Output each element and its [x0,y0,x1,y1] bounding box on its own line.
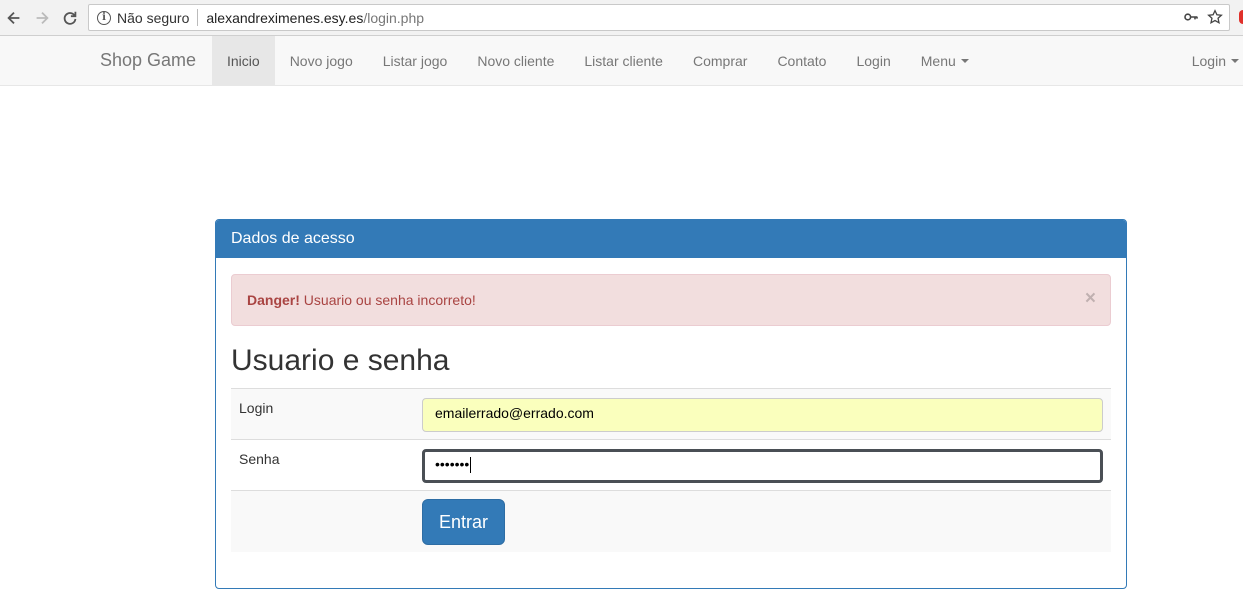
alert-strong: Danger! [247,292,300,308]
password-input-value: ••••••• [435,456,470,472]
login-input[interactable]: emailerrado@errado.com [422,398,1103,432]
nav-right-login-dropdown[interactable]: Login [1192,36,1239,86]
text-cursor [470,457,472,474]
nav-item-contato[interactable]: Contato [762,36,841,86]
nav-item-comprar[interactable]: Comprar [678,36,762,86]
url-host: alexandreximenes.esy.es [206,9,364,26]
panel-heading: Dados de acesso [216,220,1126,258]
key-icon[interactable] [1183,9,1199,28]
password-input[interactable]: ••••••• [422,449,1103,483]
table-row: Entrar [231,490,1111,552]
caret-down-icon [1231,59,1239,63]
table-row: Login emailerrado@errado.com [231,388,1111,439]
forward-arrow-icon[interactable] [30,6,54,30]
nav-item-menu-dropdown[interactable]: Menu [906,36,984,86]
login-panel: Dados de acesso Danger! Usuario ou senha… [215,219,1127,589]
reload-icon[interactable] [58,6,82,30]
login-form-table: Login emailerrado@errado.com Senha •••••… [231,388,1111,552]
login-label: Login [239,400,274,416]
url-separator [197,9,199,26]
alert-close-button[interactable]: × [1085,289,1096,308]
alert-message: Usuario ou senha incorreto! [299,292,476,308]
security-label: Não seguro [117,9,190,26]
navbar-brand[interactable]: Shop Game [100,50,196,71]
danger-alert: Danger! Usuario ou senha incorreto! × [231,274,1111,326]
nav-item-login[interactable]: Login [841,36,905,86]
senha-label: Senha [239,451,280,467]
nav-item-novo-cliente[interactable]: Novo cliente [462,36,569,86]
nav-right-login-label: Login [1191,53,1226,69]
url-path: /login.php [363,9,425,26]
nav-item-novo-jogo[interactable]: Novo jogo [275,36,368,86]
nav-item-menu-label: Menu [920,53,956,69]
nav-item-listar-cliente[interactable]: Listar cliente [569,36,678,86]
entrar-button[interactable]: Entrar [422,499,505,545]
caret-down-icon [960,59,969,63]
bookmark-star-icon[interactable] [1207,9,1223,28]
nav-menu: Inicio Novo jogo Listar jogo Novo client… [212,36,984,86]
table-row: Senha ••••••• [231,439,1111,490]
nav-item-listar-jogo[interactable]: Listar jogo [368,36,463,86]
address-bar[interactable]: i Não seguro alexandreximenes.esy.es/log… [88,4,1230,31]
extension-icon[interactable] [1239,10,1243,24]
info-icon[interactable]: i [97,10,111,25]
nav-item-inicio[interactable]: Inicio [212,36,275,86]
form-title: Usuario e senha [231,344,450,377]
back-arrow-icon[interactable] [2,6,26,30]
browser-toolbar: i Não seguro alexandreximenes.esy.es/log… [0,0,1243,36]
site-navbar: Shop Game Inicio Novo jogo Listar jogo N… [0,36,1243,86]
login-input-value: emailerrado@errado.com [435,405,594,421]
